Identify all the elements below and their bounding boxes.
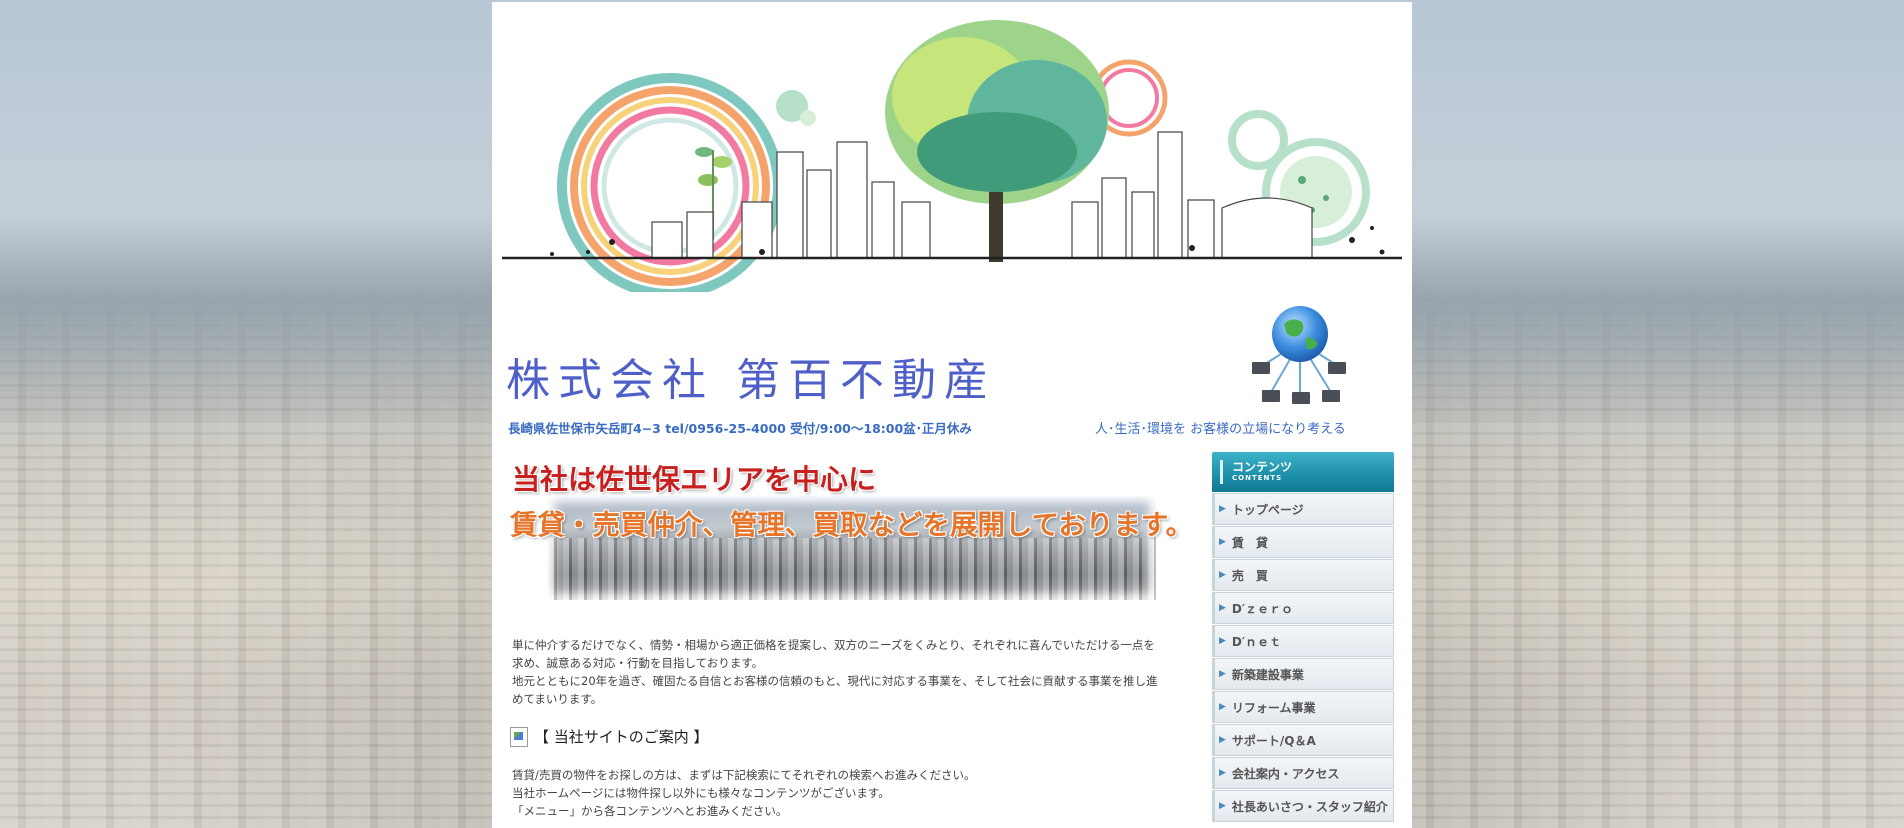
company-name: 株式会社 第百不動産 — [506, 355, 996, 406]
sidebar-item-label: 社長あいさつ・スタッフ紹介 — [1231, 799, 1388, 814]
sidebar-contents-menu: コンテンツ CONTENTS ▶ トップページ ▶ 賃 貸 ▶ 売 買 ▶ D′ｚｅｒｏ… — [1212, 452, 1394, 822]
site-guide-heading: 【 当社サイトのご案内 】 — [510, 726, 709, 747]
intro-paragraph: めてまいります。 — [512, 692, 603, 706]
sidebar-item-label: 新築建設事業 — [1231, 667, 1304, 682]
site-guide-title: 【 当社サイトのご案内 】 — [534, 728, 709, 746]
intro-paragraph: 求め、誠意ある対応・行動を目指しております。 — [512, 656, 764, 670]
left-rings — [557, 73, 783, 292]
main-page: 株式会社 第百不動産 長崎県佐世保市矢岳町4−3 tel/0956-25-400… — [492, 2, 1412, 828]
company-tagline: 人･生活･環境を お客様の立場になり考える — [1095, 422, 1346, 437]
sidebar-item-dzero[interactable]: ▶ D′ｚｅｒｏ — [1212, 592, 1394, 624]
sidebar-header: コンテンツ CONTENTS — [1212, 452, 1394, 492]
sidebar-title: コンテンツ — [1232, 460, 1293, 474]
sidebar-item-rental[interactable]: ▶ 賃 貸 — [1212, 526, 1394, 558]
guide-line: 賃貸/売買の物件をお探しの方は、まずは下記検索にてそれぞれの検索へお進みください… — [512, 768, 976, 782]
hero-headline-2: 賃貸・売買仲介、管理、買取などを展開しております。 — [510, 509, 1194, 541]
sidebar-item-sale[interactable]: ▶ 売 買 — [1212, 559, 1394, 591]
chevron-right-icon: ▶ — [1219, 636, 1226, 646]
sidebar-item-label: リフォーム事業 — [1231, 700, 1316, 715]
sidebar-subtitle: CONTENTS — [1232, 474, 1283, 482]
sidebar-item-new-construction[interactable]: ▶ 新築建設事業 — [1212, 658, 1394, 690]
sidebar-item-label: D′ｚｅｒｏ — [1231, 601, 1294, 616]
intro-paragraph: 単に仲介するだけでなく、情勢・相場から適正価格を提案し、双方のニーズをくみとり、… — [512, 638, 1155, 652]
chevron-right-icon: ▶ — [1219, 603, 1226, 613]
sidebar-item-reform[interactable]: ▶ リフォーム事業 — [1212, 691, 1394, 723]
broken-image-icon — [510, 726, 528, 747]
site-guide-text: 賃貸/売買の物件をお探しの方は、まずは下記検索にてそれぞれの検索へお進みください… — [512, 766, 976, 820]
chevron-right-icon: ▶ — [1219, 801, 1226, 811]
header-banner-illustration — [502, 20, 1402, 292]
hero-headline-1: 当社は佐世保エリアを中心に — [512, 463, 877, 496]
chevron-right-icon: ▶ — [1219, 735, 1226, 745]
paint-blob — [776, 90, 816, 126]
sidebar-item-label: 売 買 — [1231, 568, 1268, 583]
sidebar-item-top-page[interactable]: ▶ トップページ — [1212, 493, 1394, 525]
company-address-contact: 長崎県佐世保市矢岳町4−3 tel/0956-25-4000 受付/9:00〜1… — [508, 421, 972, 436]
chevron-right-icon: ▶ — [1219, 702, 1226, 712]
sidebar-item-dnet[interactable]: ▶ D′ｎｅｔ — [1212, 625, 1394, 657]
sidebar-item-support[interactable]: ▶ サポート/Q＆A — [1212, 724, 1394, 756]
sidebar-item-label: 会社案内・アクセス — [1231, 766, 1340, 781]
guide-line: 「メニュー」から各コンテンツへとお進みください。 — [512, 804, 788, 818]
sidebar-item-label: トップページ — [1231, 502, 1304, 517]
header-accent-bar — [1220, 460, 1223, 484]
intro-text: 単に仲介するだけでなく、情勢・相場から適正価格を提案し、双方のニーズをくみとり、… — [512, 636, 1194, 708]
chevron-right-icon: ▶ — [1219, 570, 1226, 580]
chevron-right-icon: ▶ — [1219, 768, 1226, 778]
chevron-right-icon: ▶ — [1219, 504, 1226, 514]
sidebar-item-label: サポート/Q＆A — [1231, 733, 1316, 748]
sidebar-item-president-staff[interactable]: ▶ 社長あいさつ・スタッフ紹介 — [1212, 790, 1394, 822]
sidebar-menu-list: ▶ トップページ ▶ 賃 貸 ▶ 売 買 ▶ D′ｚｅｒｏ ▶ D′ｎｅｔ ▶ 新築建設事業… — [1212, 493, 1394, 822]
sidebar-item-company-access[interactable]: ▶ 会社案内・アクセス — [1212, 757, 1394, 789]
globe-network-icon — [1252, 306, 1346, 404]
chevron-right-icon: ▶ — [1219, 669, 1226, 679]
sidebar-item-label: D′ｎｅｔ — [1231, 634, 1282, 649]
chevron-right-icon: ▶ — [1219, 537, 1226, 547]
hero-banner: 当社は佐世保エリアを中心に 賃貸・売買仲介、管理、買取などを展開しております。 — [506, 454, 1196, 604]
guide-line: 当社ホームページには物件探し以外にも様々なコンテンツがございます。 — [512, 786, 890, 800]
sidebar-item-label: 賃 貸 — [1231, 535, 1268, 550]
intro-paragraph: 地元とともに20年を過ぎ、確固たる自信とお客様の信頼のもと、現代に対応する事業を… — [512, 674, 1158, 688]
